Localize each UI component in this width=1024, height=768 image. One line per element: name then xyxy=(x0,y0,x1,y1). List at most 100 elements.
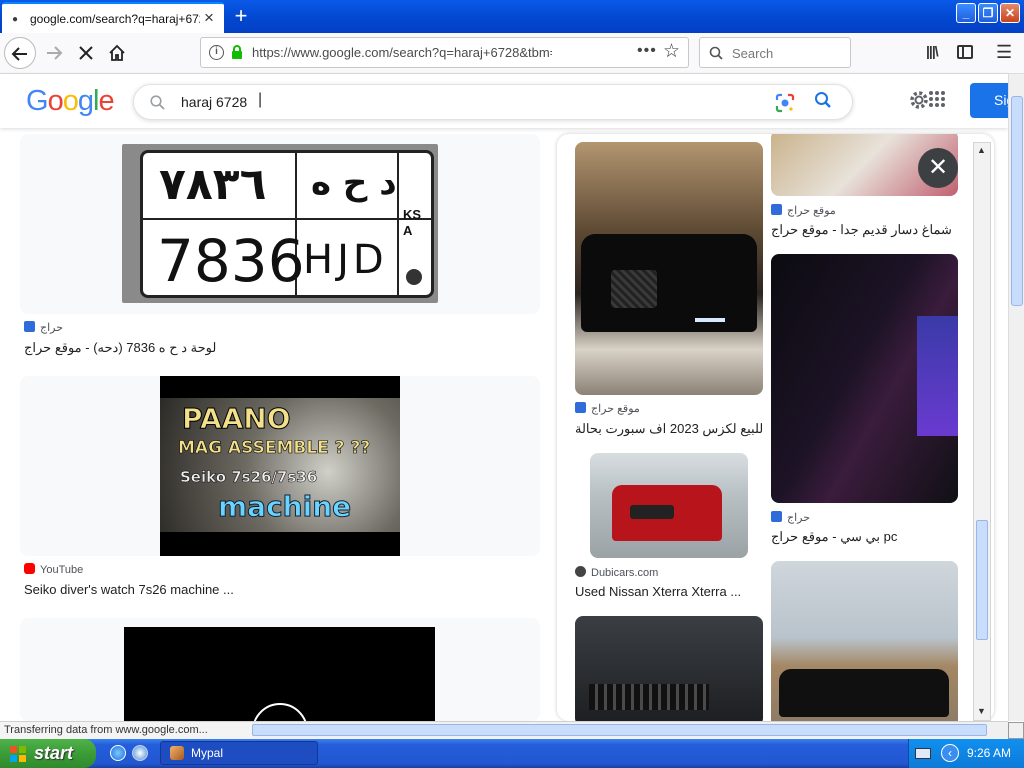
close-window-button[interactable]: ✕ xyxy=(1000,3,1020,23)
image-result-card[interactable]: PAANO MAG ASSEMBLE ? ?? Seiko 7s26/7s36 … xyxy=(20,376,540,556)
stop-loading-icon[interactable] xyxy=(70,37,102,69)
source-label: موقع حراج xyxy=(591,403,640,415)
horizontal-scrollbar[interactable] xyxy=(252,722,1008,738)
forward-arrow-icon[interactable] xyxy=(38,37,70,69)
plate-letters: HJD xyxy=(303,237,388,283)
text-cursor: | xyxy=(258,91,263,108)
haraj-favicon-icon xyxy=(771,204,782,215)
source-label: حراج xyxy=(787,512,811,524)
thumbnail-text: Seiko 7s26/7s36 xyxy=(180,468,318,487)
url-text: https://www.google.com/search?q=haraj+67… xyxy=(252,45,552,60)
suv-desert-image[interactable] xyxy=(771,561,958,721)
mypal-app-icon xyxy=(170,746,184,760)
show-hidden-icons-icon[interactable]: ‹ xyxy=(941,744,959,762)
search-query-input[interactable]: haraj 6728 xyxy=(181,94,247,110)
search-submit-icon[interactable] xyxy=(814,91,832,109)
image-result-card[interactable] xyxy=(20,618,540,759)
title-bar: ● google.com/search?q=haraj+6728 × + _ ❐… xyxy=(0,0,1024,33)
thumbnail-text: PAANO xyxy=(182,402,292,436)
task-label: Mypal xyxy=(191,746,224,760)
plate-number: 7836 xyxy=(157,227,305,295)
license-plate-image[interactable]: ٧٨٣٦ د ح ه 7836 HJD KSA xyxy=(122,144,438,303)
close-preview-button[interactable]: ✕ xyxy=(918,148,958,188)
dubicars-favicon-icon xyxy=(575,566,586,577)
navigation-toolbar: i https://www.google.com/search?q=haraj+… xyxy=(0,33,1024,74)
result-source[interactable]: Dubicars.com xyxy=(575,566,658,579)
google-apps-icon[interactable] xyxy=(927,89,947,109)
result-caption[interactable]: بي سي - موقع حراج pc xyxy=(771,529,961,545)
page-scroll-thumb[interactable] xyxy=(1011,96,1023,306)
source-label: موقع حراج xyxy=(787,205,836,217)
scroll-corner xyxy=(1008,722,1024,739)
windows-logo-icon xyxy=(10,746,26,762)
result-source[interactable]: حراج xyxy=(24,321,63,334)
quick-launch-icon[interactable] xyxy=(132,745,148,761)
search-icon xyxy=(150,95,165,110)
panel-scrollbar[interactable]: ▲ ▼ xyxy=(973,142,991,721)
lock-icon[interactable] xyxy=(231,45,243,59)
plate-arabic-digits: ٧٨٣٦ xyxy=(159,159,267,210)
page-scrollbar[interactable] xyxy=(1008,74,1024,721)
scroll-down-icon[interactable]: ▼ xyxy=(977,706,986,716)
keyboard-icon[interactable] xyxy=(915,748,931,759)
source-label: Dubicars.com xyxy=(591,567,659,579)
result-caption[interactable]: Seiko diver's watch 7s26 machine ... xyxy=(24,582,234,597)
image-results-panel: موقع حراج للبيع لكزس 2023 اف سبورت بحالة… xyxy=(557,134,994,721)
device-image[interactable] xyxy=(575,616,763,721)
result-source[interactable]: حراج xyxy=(771,511,810,524)
panel-scroll-thumb[interactable] xyxy=(976,520,988,640)
result-caption[interactable]: للبيع لكزس 2023 اف سبورت بحالة ... xyxy=(575,421,765,437)
new-tab-plus-icon[interactable]: + xyxy=(231,5,251,27)
hamburger-menu-icon[interactable]: ☰ xyxy=(996,42,1012,63)
minimize-button[interactable]: _ xyxy=(956,3,976,23)
info-icon[interactable]: i xyxy=(209,45,224,60)
result-source[interactable]: موقع حراج xyxy=(575,402,640,415)
google-lens-icon[interactable] xyxy=(774,92,796,114)
internet-explorer-icon[interactable] xyxy=(110,745,126,761)
url-bar[interactable]: i https://www.google.com/search?q=haraj+… xyxy=(200,37,689,68)
google-search-box[interactable]: haraj 6728 | xyxy=(133,84,853,120)
thumbnail-text: machine xyxy=(217,490,352,524)
maximize-button[interactable]: ❐ xyxy=(978,3,998,23)
search-placeholder: Search xyxy=(732,46,774,61)
google-header: Google haraj 6728 | xyxy=(0,74,1008,128)
haraj-favicon-icon xyxy=(771,511,782,522)
result-caption[interactable]: شماغ دسار قديم جدا - موقع حراج xyxy=(771,222,961,238)
source-label: YouTube xyxy=(40,564,84,576)
browser-search-box[interactable]: Search xyxy=(699,37,851,68)
lexus-car-image[interactable] xyxy=(575,142,763,395)
haraj-favicon-icon xyxy=(575,402,586,413)
sidebar-icon[interactable] xyxy=(957,45,973,59)
horizontal-scroll-thumb[interactable] xyxy=(252,724,987,736)
video-thumbnail-image[interactable]: PAANO MAG ASSEMBLE ? ?? Seiko 7s26/7s36 … xyxy=(160,376,400,556)
taskbar: start Mypal ‹ 9:26 AM xyxy=(0,739,1024,768)
result-caption[interactable]: Used Nissan Xterra Xterra ... xyxy=(575,584,765,599)
nissan-xterra-image[interactable] xyxy=(590,453,748,558)
bookmark-star-icon[interactable]: ☆ xyxy=(663,40,680,63)
scroll-up-icon[interactable]: ▲ xyxy=(977,145,986,155)
back-arrow-icon[interactable] xyxy=(4,37,36,69)
start-button[interactable]: start xyxy=(0,739,96,768)
taskbar-window-mypal[interactable]: Mypal xyxy=(160,741,318,765)
plate-seal-icon xyxy=(406,269,422,285)
page-actions-icon[interactable]: ••• xyxy=(637,42,657,60)
library-icon[interactable]: |||\ xyxy=(926,43,939,59)
tab-title: google.com/search?q=haraj+6728 xyxy=(30,12,200,26)
clock: 9:26 AM xyxy=(967,746,1012,760)
search-icon xyxy=(709,46,723,60)
result-source[interactable]: YouTube xyxy=(24,563,83,576)
image-result-card[interactable]: ٧٨٣٦ د ح ه 7836 HJD KSA xyxy=(20,134,540,314)
pc-monitor-image[interactable] xyxy=(771,254,958,503)
tab-active[interactable]: ● google.com/search?q=haraj+6728 × xyxy=(2,2,224,33)
system-tray: ‹ 9:26 AM xyxy=(908,739,1024,768)
tab-close-icon[interactable]: × xyxy=(200,9,218,27)
video-thumbnail-image[interactable] xyxy=(124,627,435,759)
result-caption[interactable]: لوحة د ح ه 7836 (دحه) - موقع حراج xyxy=(24,340,216,356)
result-source[interactable]: موقع حراج xyxy=(771,204,836,217)
tab-loading-icon: ● xyxy=(12,14,19,25)
home-icon[interactable] xyxy=(101,37,133,69)
youtube-favicon-icon xyxy=(24,563,35,574)
sign-in-button[interactable]: Sign in xyxy=(970,83,1010,118)
haraj-favicon-icon xyxy=(24,321,35,332)
google-logo[interactable]: Google xyxy=(26,85,115,118)
